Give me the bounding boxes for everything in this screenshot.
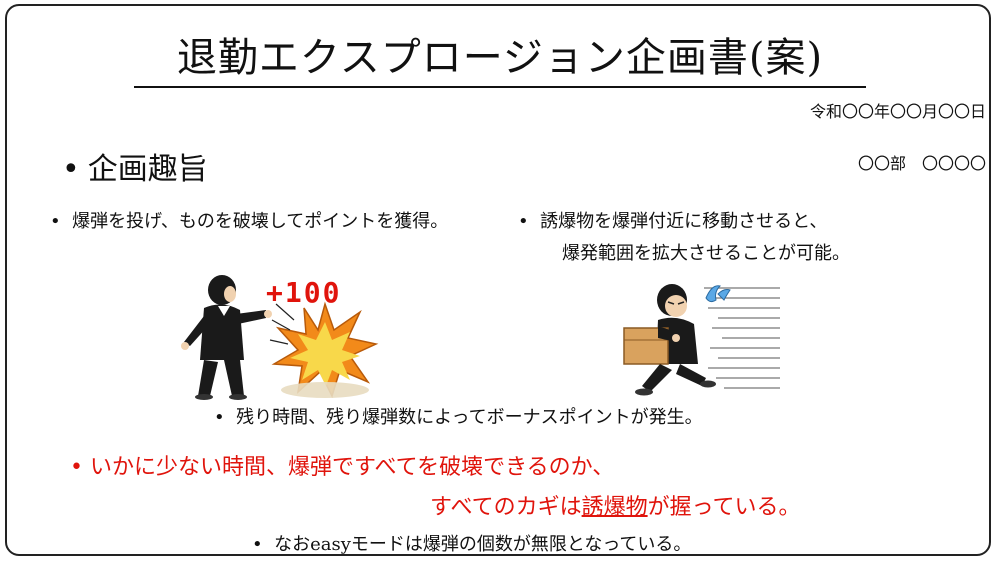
highlight-text-post: が握っている。: [647, 495, 801, 520]
bullet-easy-mode: • なおeasyモードは爆弾の個数が無限となっている。: [252, 530, 691, 556]
bullet-text: 誘爆物を爆弾付近に移動させると、: [540, 211, 828, 232]
bullet-chain-explosion-continued: 爆発範囲を拡大させることが可能。: [562, 243, 850, 264]
explosion-icon: [269, 301, 379, 399]
bullet-text: 残り時間、残り爆弾数によってボーナスポイントが発生。: [236, 407, 703, 428]
page-title: 退勤エクスプロージョン企画書(案): [176, 35, 824, 81]
bullet-bonus-points: • 残り時間、残り爆弾数によってボーナスポイントが発生。: [214, 405, 703, 431]
bullet-dot: •: [50, 211, 61, 232]
bullet-dot: •: [70, 455, 83, 480]
section-heading: • 企画趣旨: [62, 150, 208, 190]
bullet-points-by-destruction: • 爆弾を投げ、ものを破壊してポイントを獲得。: [50, 209, 448, 235]
highlight-line-1: • いかに少ない時間、爆弾ですべてを破壊できるのか、: [70, 453, 614, 483]
section-heading-text: 企画趣旨: [87, 152, 208, 187]
highlight-keyword: 誘爆物: [581, 495, 648, 520]
bullet-text: 爆弾を投げ、ものを破壊してポイントを獲得。: [72, 211, 449, 232]
highlight-line-2: すべてのカギは誘爆物が握っている。: [430, 493, 801, 523]
bullet-dot: •: [518, 211, 529, 232]
title-underline: [134, 86, 866, 88]
bullet-dot: •: [62, 152, 80, 187]
bullet-dot: •: [252, 534, 263, 555]
bullet-dot: •: [214, 407, 225, 428]
highlight-text: いかに少ない時間、爆弾ですべてを破壊できるのか、: [89, 455, 615, 480]
bullet-text: なおeasyモードは爆弾の個数が無限となっている。: [274, 534, 692, 555]
man-carrying-box-icon: [623, 284, 716, 396]
highlight-text-pre: すべてのカギは: [430, 495, 582, 520]
bullet-chain-explosion: • 誘爆物を爆弾付近に移動させると、: [518, 209, 827, 235]
man-throwing-icon: [181, 275, 272, 400]
date-text: 令和〇〇年〇〇月〇〇日: [809, 102, 986, 121]
department-text: 〇〇部 〇〇〇〇: [857, 154, 986, 173]
